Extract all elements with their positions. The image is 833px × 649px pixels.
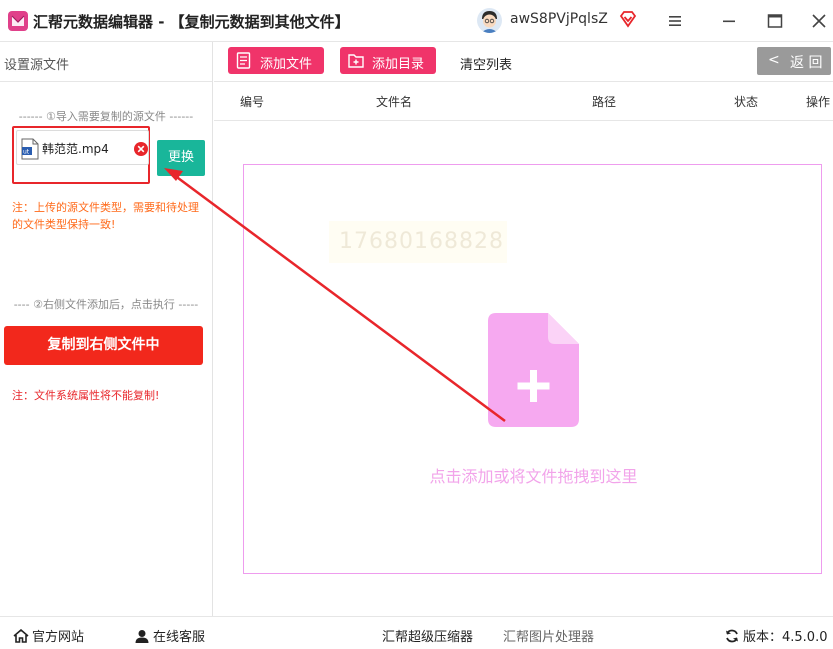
maximize-icon[interactable]: [764, 10, 786, 32]
file-table-header: 编号 文件名 路径 状态 操作: [214, 82, 833, 121]
avatar-face-icon: [477, 8, 502, 33]
add-file-button[interactable]: 添加文件: [228, 47, 324, 74]
attribute-note: 注：文件系统属性将不能复制!: [12, 389, 160, 402]
source-file-item[interactable]: ut 韩范范.mp4: [16, 130, 149, 165]
watermark: 17680168828: [329, 221, 507, 263]
add-file-icon: [236, 52, 251, 69]
file-drop-area[interactable]: 17680168828 点击添加或将文件拖拽到这里: [243, 164, 822, 574]
window-title: 汇帮元数据编辑器 - 【复制元数据到其他文件】: [33, 13, 350, 31]
sidebar-title: 设置源文件: [4, 58, 70, 73]
add-directory-label: 添加目录: [372, 57, 425, 72]
username: awS8PVjPqlsZ: [510, 11, 608, 27]
add-directory-button[interactable]: 添加目录: [340, 47, 436, 74]
official-site-link[interactable]: 官方网站: [13, 626, 84, 645]
add-file-label: 添加文件: [260, 57, 313, 72]
add-document-icon: [488, 313, 579, 427]
back-button[interactable]: < 返 回: [757, 47, 831, 75]
home-icon: [13, 629, 29, 643]
online-service-link[interactable]: 在线客服: [134, 626, 205, 645]
column-header-status: 状态: [734, 95, 759, 109]
image-processor-link[interactable]: 汇帮图片处理器: [503, 626, 594, 645]
add-folder-icon: [348, 54, 364, 68]
back-label: 返 回: [790, 55, 823, 71]
minimize-icon[interactable]: [718, 10, 740, 32]
user-avatar[interactable]: [477, 8, 502, 33]
step1-label: ------ ①导入需要复制的源文件 ------: [18, 110, 194, 123]
refresh-icon: [726, 629, 738, 643]
customer-service-icon: [135, 630, 149, 643]
remove-file-icon[interactable]: [134, 142, 148, 156]
column-header-index: 编号: [240, 95, 265, 109]
bottom-bar: 官方网站 在线客服 汇帮超级压缩器 汇帮图片处理器 版本：4.5.0.0: [0, 616, 833, 649]
copy-to-right-button[interactable]: 复制到右侧文件中: [4, 326, 203, 365]
column-header-filename: 文件名: [376, 95, 413, 109]
clear-list-button[interactable]: 清空列表: [460, 54, 512, 73]
highlight-box: ut 韩范范.mp4: [12, 126, 150, 184]
online-service-label: 在线客服: [153, 630, 206, 645]
version-info: 版本：4.5.0.0: [724, 626, 827, 645]
menu-icon[interactable]: [664, 10, 686, 32]
replace-button[interactable]: 更换: [157, 140, 205, 176]
app-logo-icon: [8, 11, 28, 31]
chevron-left-icon: <: [768, 52, 780, 68]
official-site-label: 官方网站: [32, 630, 85, 645]
svg-text:ut: ut: [23, 149, 30, 156]
sidebar-header: 设置源文件: [0, 42, 212, 82]
toolbar: 添加文件 添加目录 清空列表 < 返 回: [214, 42, 833, 82]
compressor-link[interactable]: 汇帮超级压缩器: [382, 626, 473, 645]
drop-hint: 点击添加或将文件拖拽到这里: [429, 467, 638, 486]
column-header-action: 操作: [806, 95, 831, 109]
column-header-path: 路径: [592, 95, 617, 109]
source-file-panel: 设置源文件 ------ ①导入需要复制的源文件 ------ ut 韩范范.m…: [0, 42, 213, 616]
app-window: 汇帮元数据编辑器 - 【复制元数据到其他文件】 awS8PVjPqlsZ 设置源…: [0, 0, 833, 649]
source-file-name: 韩范范.mp4: [42, 142, 109, 156]
file-type-note: 注：上传的源文件类型，需要和待处理的文件类型保持一致!: [12, 201, 199, 231]
close-icon[interactable]: [808, 10, 830, 32]
version-label: 版本：4.5.0.0: [743, 630, 828, 645]
title-bar: 汇帮元数据编辑器 - 【复制元数据到其他文件】 awS8PVjPqlsZ: [0, 0, 833, 42]
step2-label: ---- ②右侧文件添加后，点击执行 -----: [13, 298, 199, 311]
video-file-icon: ut: [21, 138, 39, 160]
vip-diamond-icon[interactable]: [619, 10, 637, 28]
